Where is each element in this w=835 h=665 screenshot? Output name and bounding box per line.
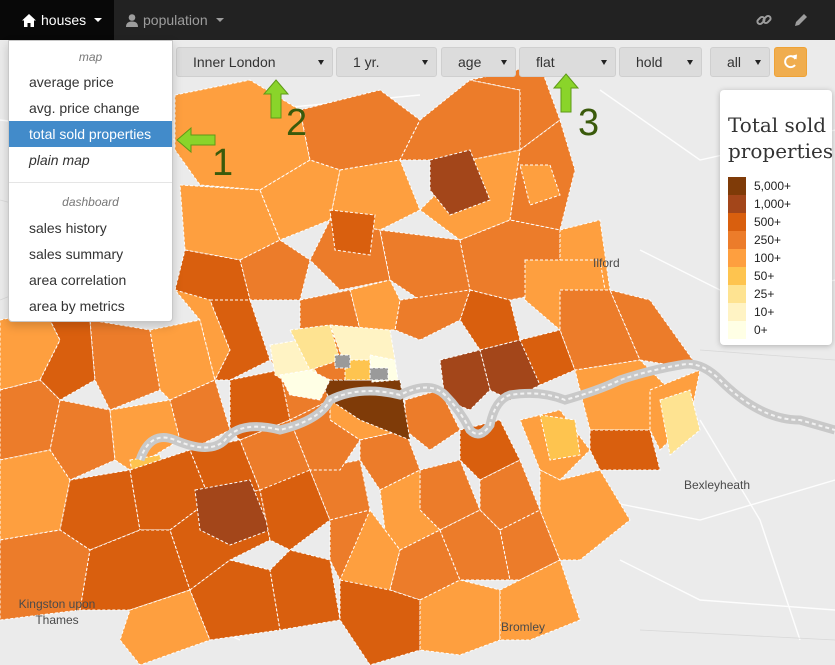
- legend-label: 25+: [754, 287, 775, 301]
- chevron-down-icon: [501, 60, 507, 65]
- houses-dropdown-menu: map average price avg. price change tota…: [8, 40, 173, 322]
- menu-item-sales-history[interactable]: sales history: [9, 215, 172, 241]
- legend-row: 50+: [728, 267, 774, 285]
- menu-header-map: map: [78, 50, 103, 64]
- place-label-bromley: Bromley: [501, 620, 546, 634]
- legend-row: 5,000+: [728, 177, 791, 195]
- legend-swatch: [728, 195, 746, 213]
- annotation-arrow-up-icon: [552, 73, 580, 113]
- legend-row: 0+: [728, 321, 768, 339]
- user-icon: [126, 13, 138, 27]
- property-type-select-value: flat: [536, 54, 555, 70]
- menu-item-avg-price-change[interactable]: avg. price change: [9, 95, 172, 121]
- legend-row: 500+: [728, 213, 781, 231]
- annotation-number-3: 3: [578, 102, 600, 144]
- chevron-down-icon: [94, 18, 103, 22]
- tenure-select-value: hold: [636, 54, 663, 70]
- annotation-number-1: 1: [212, 142, 234, 184]
- link-icon[interactable]: [755, 11, 773, 29]
- place-label-kingston: Kingston upon Thames: [18, 597, 96, 627]
- legend-label: 1,000+: [754, 197, 792, 211]
- legend-row: 25+: [728, 285, 774, 303]
- chevron-down-icon: [601, 60, 607, 65]
- legend-title: Total sold properties: [728, 113, 834, 163]
- legend-swatch: [728, 231, 746, 249]
- menu-item-area-by-metrics[interactable]: area by metrics: [9, 293, 172, 319]
- annotation-arrow-left-icon: [176, 126, 216, 154]
- age-select[interactable]: age: [441, 47, 516, 77]
- area-select-value: Inner London: [193, 54, 276, 70]
- refresh-icon: [784, 54, 797, 69]
- population-menu-label: population: [143, 12, 208, 28]
- houses-menu-toggle[interactable]: houses: [0, 0, 115, 40]
- legend-row: 10+: [728, 303, 774, 321]
- legend-swatch: [728, 303, 746, 321]
- home-icon: [22, 13, 36, 27]
- pencil-icon[interactable]: [792, 11, 810, 29]
- legend-swatch: [728, 249, 746, 267]
- map-legend: Total sold properties 5,000+ 1,000+ 500+ 25…: [720, 90, 834, 345]
- scope-select[interactable]: all: [710, 47, 770, 77]
- scope-select-value: all: [727, 54, 742, 70]
- houses-menu-label: houses: [41, 12, 87, 28]
- legend-swatch: [728, 177, 746, 195]
- area-select[interactable]: Inner London: [176, 47, 333, 77]
- legend-label: 250+: [754, 233, 782, 247]
- legend-row: 250+: [728, 231, 781, 249]
- chevron-down-icon: [755, 60, 761, 65]
- legend-swatch: [728, 213, 746, 231]
- tenure-select[interactable]: hold: [619, 47, 702, 77]
- menu-item-average-price[interactable]: average price: [9, 69, 172, 95]
- legend-label: 10+: [754, 305, 775, 319]
- legend-row: 1,000+: [728, 195, 791, 213]
- menu-item-plain-map[interactable]: plain map: [9, 147, 172, 173]
- refresh-button[interactable]: [774, 47, 807, 77]
- chevron-down-icon: [318, 60, 324, 65]
- legend-row: 100+: [728, 249, 781, 267]
- top-navbar: houses population: [0, 0, 835, 40]
- chevron-down-icon: [422, 60, 428, 65]
- age-select-value: age: [458, 54, 482, 70]
- period-select-value: 1 yr.: [353, 54, 380, 70]
- legend-label: 100+: [754, 251, 782, 265]
- legend-label: 0+: [754, 323, 768, 337]
- menu-item-total-sold-properties[interactable]: total sold properties: [9, 121, 172, 147]
- menu-item-area-correlation[interactable]: area correlation: [9, 267, 172, 293]
- population-menu-toggle[interactable]: population: [112, 0, 238, 40]
- legend-swatch: [728, 321, 746, 339]
- legend-label: 500+: [754, 215, 782, 229]
- chevron-down-icon: [687, 60, 693, 65]
- legend-swatch: [728, 267, 746, 285]
- menu-header-dashboard: dashboard: [62, 195, 119, 209]
- legend-label: 5,000+: [754, 179, 792, 193]
- legend-label: 50+: [754, 269, 775, 283]
- period-select[interactable]: 1 yr.: [336, 47, 437, 77]
- annotation-number-2: 2: [286, 102, 308, 144]
- place-label-ilford: Ilford: [593, 256, 620, 270]
- menu-divider: [9, 182, 172, 183]
- menu-item-sales-summary[interactable]: sales summary: [9, 241, 172, 267]
- legend-swatch: [728, 285, 746, 303]
- place-label-bexleyheath: Bexleyheath: [684, 478, 751, 492]
- chevron-down-icon: [215, 18, 224, 22]
